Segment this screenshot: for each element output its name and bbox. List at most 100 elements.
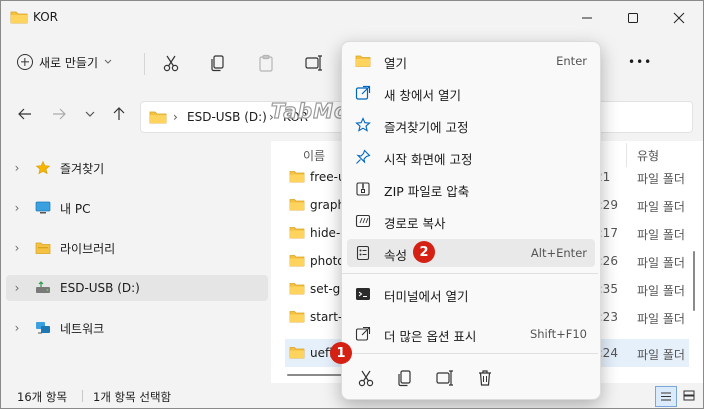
menu-item-shortcut: Alt+Enter [530, 246, 587, 260]
vertical-scrollbar[interactable] [693, 251, 695, 311]
menu-item[interactable]: 속성 Alt+Enter [347, 239, 595, 267]
properties-icon [355, 245, 371, 261]
nav-item-this-pc[interactable]: › 내 PC [6, 195, 268, 221]
menu-item[interactable]: 시작 화면에 고정 [347, 143, 595, 171]
file-name: photo [310, 254, 345, 268]
new-button[interactable]: 새로 만들기 [17, 49, 112, 75]
menu-item-label: ZIP 파일로 압축 [384, 184, 470, 199]
copy-icon[interactable] [395, 368, 415, 388]
rename-icon[interactable] [435, 368, 455, 388]
column-header-type[interactable]: 유형 [637, 147, 659, 164]
chevron-right-icon[interactable]: › [6, 201, 28, 215]
back-arrow-icon[interactable] [17, 106, 33, 122]
file-name: graph [310, 198, 346, 212]
maximize-button[interactable] [610, 1, 656, 35]
copy-icon[interactable] [208, 53, 228, 73]
step-badge-2: 2 [413, 241, 435, 263]
horizontal-scrollbar[interactable] [287, 374, 347, 376]
network-icon [32, 320, 54, 336]
usb-drive-icon [32, 280, 54, 296]
close-button[interactable] [656, 1, 702, 35]
menu-item-label: 터미널에서 열기 [384, 289, 469, 304]
chevron-right-icon[interactable]: › [6, 241, 28, 255]
chevron-right-icon[interactable]: › [6, 321, 28, 335]
menu-item-label: 새 창에서 열기 [384, 88, 461, 103]
folder-icon [289, 255, 305, 267]
cut-icon[interactable] [356, 368, 376, 388]
step-badge-1: 1 [330, 342, 352, 364]
new-button-label: 새로 만들기 [39, 55, 99, 70]
nav-item-network[interactable]: › 네트워크 [6, 315, 268, 341]
nav-item-label: 라이브러리 [60, 241, 116, 256]
folder-icon [289, 311, 305, 323]
chevron-right-icon[interactable]: › [6, 161, 28, 175]
nav-item-esd-usb[interactable]: › ESD-USB (D:) [6, 275, 268, 301]
menu-item-label: 열기 [384, 56, 408, 71]
folder-icon [289, 227, 305, 239]
title-bar: KOR [1, 1, 703, 35]
selection-count: 1개 항목 선택함 [93, 390, 172, 404]
details-view-icon [661, 392, 671, 401]
star-icon [32, 160, 54, 176]
menu-item-shortcut: Shift+F10 [529, 327, 587, 341]
nav-item-label: 즐겨찾기 [60, 161, 105, 176]
details-view-button[interactable] [655, 386, 677, 407]
navigation-pane: › 즐겨찾기 › 내 PC › 라이브러리 › ESD-USB (D:) › 네… [1, 141, 271, 381]
breadcrumb-drive[interactable]: ESD-USB (D:) [187, 110, 267, 124]
tiles-view-button[interactable] [679, 386, 699, 405]
chevron-down-icon[interactable] [82, 106, 98, 122]
chevron-down-icon [104, 59, 112, 64]
context-menu: 열기 Enter 새 창에서 열기즐겨찾기에 고정시작 화면에 고정 ZIP 파일로 … [341, 41, 601, 400]
file-type: 파일 폴더 [637, 284, 685, 298]
file-name: set-gr [310, 282, 346, 296]
rename-icon[interactable] [304, 53, 324, 73]
nav-item-label: 내 PC [60, 201, 91, 216]
menu-item-label: 속성 [384, 248, 408, 263]
menu-item[interactable]: 새 창에서 열기 [347, 79, 595, 107]
column-header-name[interactable]: 이름 [303, 147, 325, 164]
tiles-view-icon [683, 390, 695, 401]
menu-item[interactable]: 더 많은 옵션 표시 Shift+F10 [347, 320, 595, 348]
menu-item-shortcut: Enter [556, 54, 587, 68]
menu-item[interactable]: 경로로 복사 [347, 207, 595, 235]
nav-item-label: 네트워크 [60, 321, 105, 336]
file-type: 파일 폴더 [637, 256, 685, 270]
toolbar-divider [144, 53, 145, 75]
menu-item-label: 더 많은 옵션 표시 [384, 329, 477, 344]
menu-item[interactable]: 열기 Enter [347, 47, 595, 75]
up-arrow-icon[interactable] [111, 106, 127, 122]
nav-item-favorites[interactable]: › 즐겨찾기 [6, 155, 268, 181]
minimize-button[interactable] [564, 1, 610, 35]
minimize-icon [582, 17, 592, 19]
menu-item[interactable]: 즐겨찾기에 고정 [347, 111, 595, 139]
paste-icon[interactable] [256, 53, 276, 73]
menu-divider [342, 353, 598, 354]
more-options-button[interactable]: ••• [628, 55, 652, 69]
breadcrumb-separator: › [173, 110, 178, 124]
file-type: 파일 폴더 [637, 200, 685, 214]
zip-icon [355, 181, 371, 197]
terminal-icon [355, 286, 371, 302]
file-type: 파일 폴더 [637, 172, 685, 186]
maximize-icon [628, 13, 638, 23]
folder-icon [10, 11, 28, 24]
forward-arrow-icon[interactable] [51, 106, 67, 122]
cut-icon[interactable] [161, 53, 181, 73]
pin-icon [355, 149, 371, 165]
menu-item[interactable]: 터미널에서 열기 [347, 280, 595, 308]
file-type: 파일 폴더 [637, 312, 685, 326]
chevron-right-icon[interactable]: › [6, 281, 28, 295]
menu-item[interactable]: ZIP 파일로 압축 [347, 175, 595, 203]
delete-icon[interactable] [475, 368, 495, 388]
menu-item-label: 경로로 복사 [384, 216, 446, 231]
menu-divider [342, 273, 598, 274]
menu-item-label: 시작 화면에 고정 [384, 152, 473, 167]
nav-item-label: ESD-USB (D:) [60, 281, 140, 295]
copy-path-icon [355, 213, 371, 229]
file-type: 파일 폴더 [637, 228, 685, 242]
file-type: 파일 폴더 [637, 348, 685, 362]
window-title: KOR [33, 10, 58, 24]
nav-item-libraries[interactable]: › 라이브러리 [6, 235, 268, 261]
star-outline-icon [355, 117, 371, 133]
close-icon [673, 12, 685, 24]
